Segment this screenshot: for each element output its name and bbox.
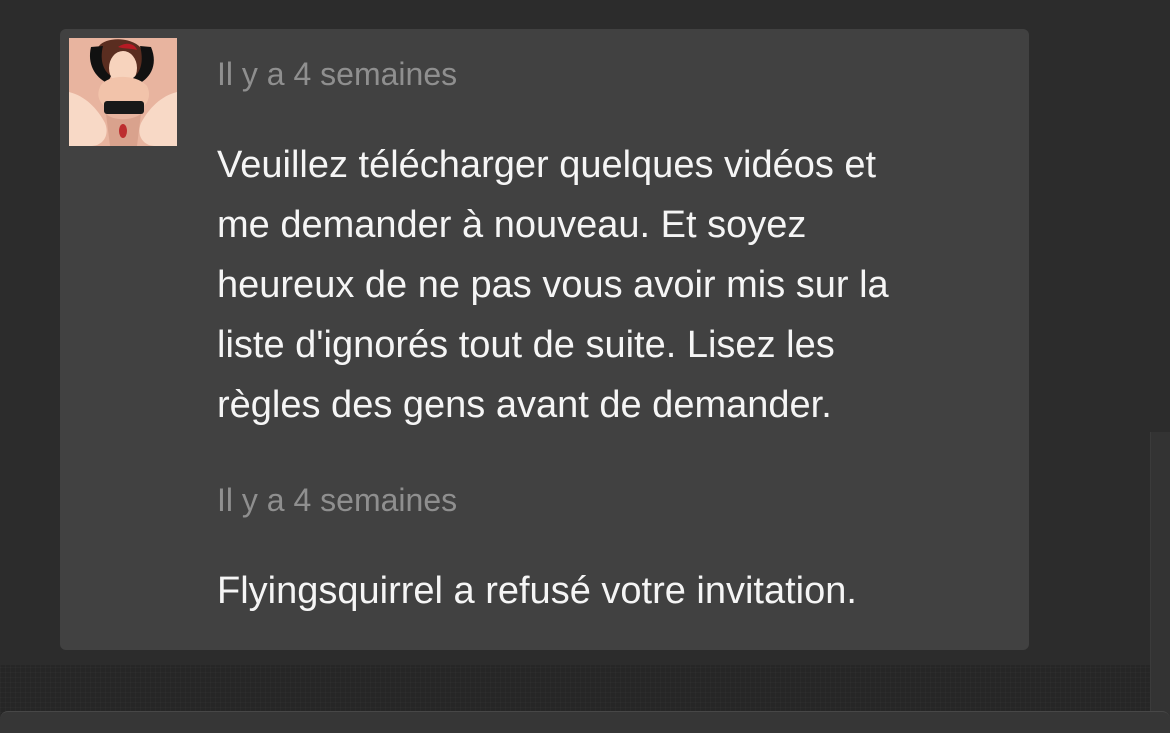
right-panel-edge bbox=[1150, 432, 1170, 732]
message-input-panel[interactable] bbox=[0, 711, 1170, 733]
avatar-garment bbox=[104, 101, 144, 114]
message-line: liste d'ignorés tout de suite. Lisez les bbox=[217, 324, 835, 366]
system-message-timestamp: Il y a 4 semaines bbox=[217, 482, 458, 518]
message-timestamp: Il y a 4 semaines bbox=[217, 56, 458, 92]
avatar-image-icon bbox=[69, 38, 177, 146]
message-line: heureux de ne pas vous avoir mis sur la bbox=[217, 264, 889, 306]
message-line: Veuillez télécharger quelques vidéos et bbox=[217, 144, 877, 186]
message-line: me demander à nouveau. Et soyez bbox=[217, 204, 807, 246]
avatar-red-detail bbox=[119, 124, 127, 138]
message-body: Veuillez télécharger quelques vidéos et … bbox=[217, 135, 1007, 435]
user-avatar[interactable] bbox=[69, 38, 177, 146]
system-message: Flyingsquirrel a refusé votre invitation… bbox=[217, 570, 857, 612]
message-line: règles des gens avant de demander. bbox=[217, 384, 832, 426]
chat-screen: Il y a 4 semaines Veuillez télécharger q… bbox=[0, 0, 1170, 733]
message-card: Il y a 4 semaines Veuillez télécharger q… bbox=[60, 29, 1029, 650]
